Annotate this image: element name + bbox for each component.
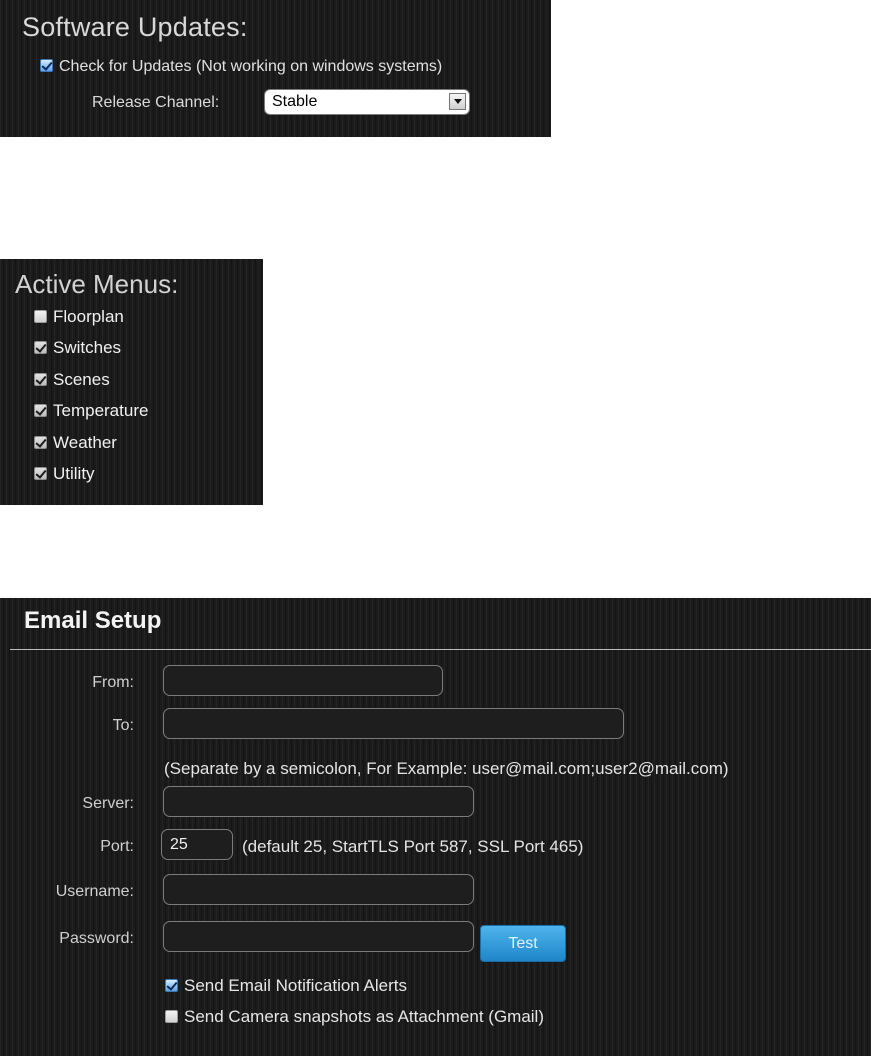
username-label: Username: bbox=[55, 883, 134, 900]
snapshot-label: Send Camera snapshots as Attachment (Gma… bbox=[184, 1007, 544, 1026]
menu-temperature-checkbox[interactable] bbox=[34, 404, 47, 418]
software-updates-panel: Software Updates: Check for Updates (Not… bbox=[0, 0, 551, 137]
to-field[interactable] bbox=[163, 708, 624, 739]
menu-item-switches[interactable]: Switches bbox=[34, 338, 148, 369]
menu-item-label: Floorplan bbox=[53, 307, 124, 326]
menu-item-utility[interactable]: Utility bbox=[34, 464, 148, 495]
dropdown-arrow-icon[interactable] bbox=[449, 93, 466, 110]
menu-item-scenes[interactable]: Scenes bbox=[34, 370, 148, 401]
active-menus-panel: Active Menus: Floorplan Switches Scenes … bbox=[0, 259, 263, 505]
snapshot-row[interactable]: Send Camera snapshots as Attachment (Gma… bbox=[165, 1007, 544, 1027]
menu-utility-checkbox[interactable] bbox=[34, 466, 47, 480]
release-channel-value: Stable bbox=[272, 93, 318, 110]
test-button[interactable]: Test bbox=[480, 925, 566, 962]
from-field[interactable] bbox=[163, 665, 443, 696]
menu-item-label: Scenes bbox=[53, 369, 110, 389]
release-channel-label: Release Channel: bbox=[92, 94, 220, 111]
menu-switches-checkbox[interactable] bbox=[34, 341, 47, 355]
menu-item-label: Utility bbox=[53, 463, 95, 483]
snapshot-checkbox[interactable] bbox=[165, 1010, 178, 1023]
server-field[interactable] bbox=[163, 786, 474, 817]
to-hint: (Separate by a semicolon, For Example: u… bbox=[164, 759, 729, 778]
server-label: Server: bbox=[82, 795, 134, 812]
menu-item-label: Weather bbox=[53, 432, 117, 452]
menu-item-label: Temperature bbox=[53, 401, 149, 421]
active-menus-title: Active Menus: bbox=[15, 269, 179, 299]
active-menus-list: Floorplan Switches Scenes Temperature We… bbox=[34, 307, 148, 495]
port-label: Port: bbox=[100, 838, 134, 855]
title-divider bbox=[10, 649, 871, 650]
menu-item-floorplan[interactable]: Floorplan bbox=[34, 307, 148, 338]
port-hint: (default 25, StartTLS Port 587, SSL Port… bbox=[242, 837, 584, 856]
menu-item-label: Switches bbox=[53, 338, 122, 358]
software-updates-title: Software Updates: bbox=[22, 12, 248, 42]
notify-checkbox[interactable] bbox=[165, 979, 178, 992]
check-updates-checkbox[interactable] bbox=[40, 59, 53, 72]
email-setup-panel: Email Setup From: To: (Separate by a sem… bbox=[0, 598, 871, 1056]
check-updates-label: Check for Updates (Not working on window… bbox=[59, 58, 443, 75]
to-label: To: bbox=[112, 717, 134, 734]
email-setup-title: Email Setup bbox=[24, 607, 162, 634]
menu-item-weather[interactable]: Weather bbox=[34, 433, 148, 464]
notify-label: Send Email Notification Alerts bbox=[184, 976, 407, 995]
menu-weather-checkbox[interactable] bbox=[34, 435, 47, 449]
menu-item-temperature[interactable]: Temperature bbox=[34, 401, 148, 432]
notify-row[interactable]: Send Email Notification Alerts bbox=[165, 976, 407, 996]
release-channel-select[interactable]: Stable bbox=[264, 89, 470, 115]
password-label: Password: bbox=[59, 930, 134, 947]
menu-scenes-checkbox[interactable] bbox=[34, 372, 47, 386]
username-field[interactable] bbox=[163, 874, 474, 905]
check-updates-row[interactable]: Check for Updates (Not working on window… bbox=[40, 58, 442, 76]
menu-floorplan-checkbox[interactable] bbox=[34, 310, 47, 323]
password-field[interactable] bbox=[163, 921, 474, 952]
port-field[interactable]: 25 bbox=[161, 829, 233, 860]
from-label: From: bbox=[92, 674, 134, 691]
